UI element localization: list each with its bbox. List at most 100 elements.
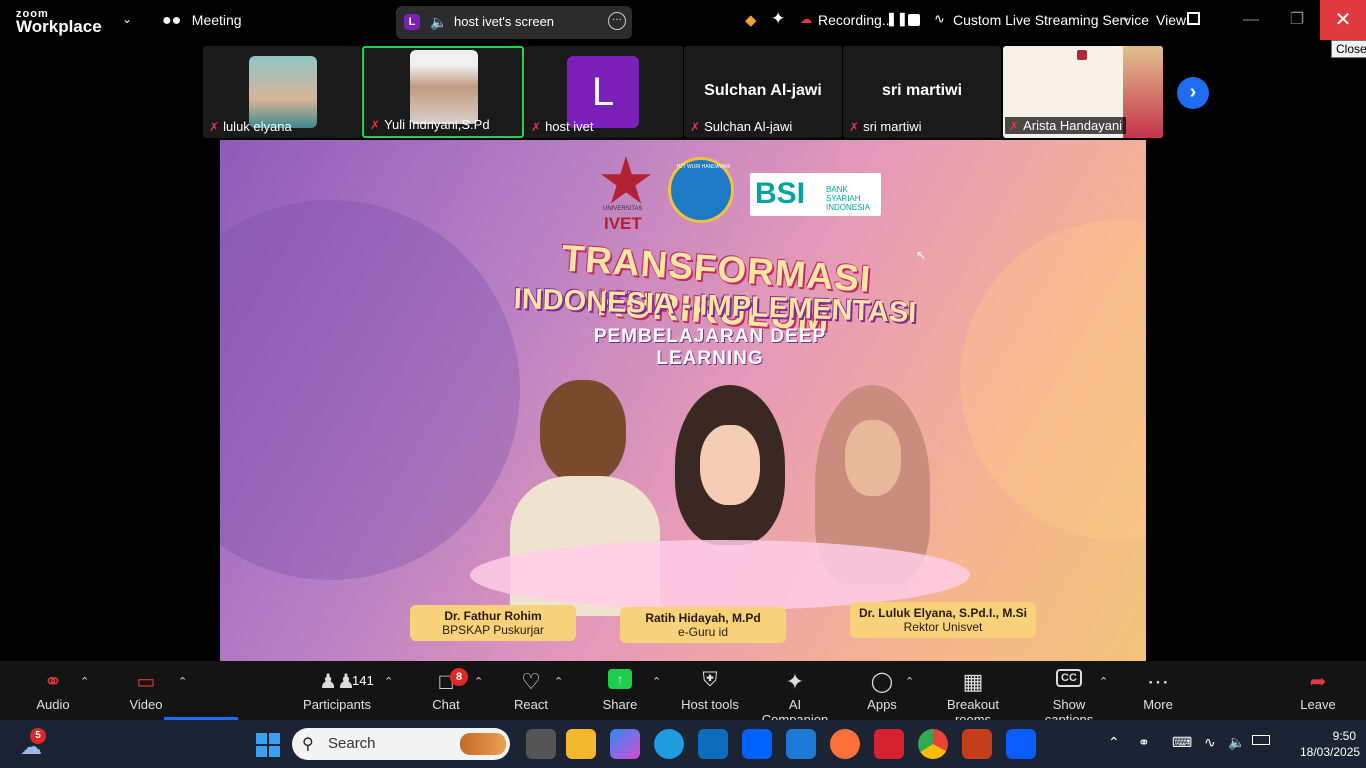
meeting-menu[interactable]: ●● Meeting xyxy=(162,12,242,30)
file-explorer-icon[interactable] xyxy=(566,729,596,759)
wifi-icon[interactable]: ∿ xyxy=(1204,734,1216,751)
outlook-icon[interactable] xyxy=(698,729,728,759)
apps-options-caret-icon[interactable]: ⌃ xyxy=(905,675,914,688)
clock-time: 9:50 xyxy=(1332,729,1356,743)
windows-taskbar: ☁ 5 ⌃ ⚭ ⌨ ∿ 🔈 9:50 18/03/2025 xyxy=(0,720,1366,768)
speaker-card: Dr. Fathur Rohim BPSKAP Puskurjar xyxy=(410,605,576,641)
edge-icon[interactable] xyxy=(654,729,684,759)
participant-tile-active[interactable]: ✗ Yuli Indriyani,S.Pd xyxy=(362,46,524,138)
decorative-circle xyxy=(960,220,1146,540)
speaker-card: Ratih Hidayah, M.Pd e-Guru id xyxy=(620,607,786,643)
participants-button[interactable]: ♟♟ Participants xyxy=(300,661,374,720)
app-menu-chevron-icon[interactable]: ⌄ xyxy=(122,12,132,26)
people-icon: ●● xyxy=(162,12,182,29)
participant-avatar: L xyxy=(567,56,639,128)
participant-tile[interactable]: ✗ Arista Handayani xyxy=(1003,46,1163,138)
more-button[interactable]: ⋯ More xyxy=(1140,661,1176,720)
participant-tile[interactable]: Sulchan Al-jawi ✗ Sulchan Al-jawi xyxy=(684,46,842,138)
copilot-icon[interactable] xyxy=(610,729,640,759)
task-view-icon[interactable] xyxy=(526,729,556,759)
univ-ivet-logo xyxy=(601,156,651,204)
pause-recording-icon[interactable]: ❚❚ xyxy=(886,11,908,27)
audio-button[interactable]: ⚭ Audio xyxy=(30,661,76,720)
title-bar: zoom Workplace ⌄ ●● Meeting L 🔈 host ive… xyxy=(0,0,1366,58)
share-status-pill[interactable]: L 🔈 host ivet's screen ··· xyxy=(396,6,632,39)
chevron-right-icon: › xyxy=(1189,81,1197,103)
volume-icon[interactable]: 🔈 xyxy=(1228,734,1245,751)
bsi-logo: BSI BANK SYARIAH INDONESIA xyxy=(750,173,881,216)
chevron-down-icon[interactable]: ⌄ xyxy=(1121,10,1131,24)
logo-mark-icon xyxy=(1077,50,1087,60)
flower-decoration xyxy=(470,540,970,610)
close-button[interactable]: ✕ xyxy=(1320,0,1366,40)
breakout-rooms-button[interactable]: ▦ Breakout rooms xyxy=(928,661,1018,727)
view-label[interactable]: View xyxy=(1156,12,1186,28)
taskbar-search-box[interactable]: ⚲ Search xyxy=(292,728,510,760)
minimize-button[interactable]: — xyxy=(1228,0,1274,40)
clock[interactable]: 9:50 18/03/2025 xyxy=(1300,728,1360,760)
search-placeholder: Search xyxy=(328,735,376,752)
speaker-name: Dr. Luluk Elyana, S.Pd.I., M.Si xyxy=(858,606,1028,620)
chrome-icon[interactable] xyxy=(918,729,948,759)
video-off-icon: ▭ xyxy=(136,671,156,693)
captions-options-caret-icon[interactable]: ⌃ xyxy=(1099,675,1108,688)
muted-mic-icon: ✗ xyxy=(209,120,220,134)
participant-tile[interactable]: ✗ luluk elyana xyxy=(203,46,361,138)
cc-icon: CC xyxy=(1056,669,1082,687)
react-button[interactable]: ♡ React xyxy=(510,661,552,720)
univ-label: UNIVERSITAS xyxy=(603,206,643,212)
video-button[interactable]: ▭ Video xyxy=(124,661,168,720)
participant-tile[interactable]: L ✗ host ivet xyxy=(525,46,683,138)
recording-label: Recording... xyxy=(818,12,894,28)
maximize-button[interactable]: ❐ xyxy=(1274,0,1320,40)
keyboard-tray-icon[interactable]: ⌨ xyxy=(1172,734,1192,751)
chat-unread-badge: 8 xyxy=(450,668,468,686)
windows-start-icon[interactable] xyxy=(256,733,280,757)
show-hidden-icons-chevron-icon[interactable]: ⌃ xyxy=(1108,734,1120,751)
stop-recording-icon[interactable] xyxy=(908,14,920,26)
video-options-caret-icon[interactable]: ⌃ xyxy=(178,675,187,688)
participant-display-name: sri martiwi xyxy=(881,82,963,99)
tut-wuri-label: TUT WURI HANDAYANI xyxy=(676,164,731,170)
ai-sparkle-icon[interactable]: ✦ xyxy=(771,9,785,29)
leave-button[interactable]: ➦ Leave xyxy=(1300,661,1336,720)
speaker-icon[interactable]: 🔈 xyxy=(430,14,447,31)
heart-icon: ♡ xyxy=(521,669,541,694)
share-label: host ivet's screen xyxy=(454,14,555,29)
participant-name: luluk elyana xyxy=(223,119,292,134)
close-tooltip: Close xyxy=(1331,40,1366,58)
host-tools-button[interactable]: ⛨ Host tools xyxy=(680,661,740,720)
mic-tray-icon[interactable]: ⚭ xyxy=(1138,734,1150,751)
share-options-caret-icon[interactable]: ⌃ xyxy=(652,675,661,688)
participant-tile[interactable]: sri martiwi ✗ sri martiwi xyxy=(843,46,1001,138)
streaming-icon: ∿ xyxy=(934,11,945,26)
react-options-caret-icon[interactable]: ⌃ xyxy=(554,675,563,688)
shield-icon[interactable]: ◆ xyxy=(745,11,757,29)
participant-name: Yuli Indriyani,S.Pd xyxy=(384,117,490,132)
myhp-icon[interactable] xyxy=(786,729,816,759)
mcafee-icon[interactable] xyxy=(874,729,904,759)
powerpoint-icon[interactable] xyxy=(962,729,992,759)
apps-button[interactable]: ◯ Apps xyxy=(862,661,902,720)
show-captions-button[interactable]: CC Show captions xyxy=(1028,661,1110,727)
zoom-taskbar-icon[interactable] xyxy=(1006,729,1036,759)
more-options-icon[interactable]: ··· xyxy=(608,12,626,30)
ai-companion-button[interactable]: ✦ AI Companion xyxy=(754,661,836,727)
speaker-name: Dr. Fathur Rohim xyxy=(444,609,542,623)
dropbox-icon[interactable] xyxy=(742,729,772,759)
live-streaming-label[interactable]: Custom Live Streaming Service xyxy=(953,12,1149,28)
firefox-icon[interactable] xyxy=(830,729,860,759)
chat-options-caret-icon[interactable]: ⌃ xyxy=(474,675,483,688)
next-page-button[interactable]: › xyxy=(1177,77,1209,109)
shield-icon: ⛨ xyxy=(702,669,718,691)
participant-name: host ivet xyxy=(545,119,594,134)
participants-options-caret-icon[interactable]: ⌃ xyxy=(384,675,393,688)
participant-name: Arista Handayani xyxy=(1023,118,1123,133)
share-button[interactable]: ↑ Share xyxy=(598,661,642,720)
participant-background-image xyxy=(1123,46,1163,138)
more-icon: ⋯ xyxy=(1147,669,1169,694)
battery-icon[interactable] xyxy=(1252,735,1270,745)
audio-options-caret-icon[interactable]: ⌃ xyxy=(80,675,89,688)
grid-view-icon[interactable] xyxy=(1187,12,1200,25)
shared-screen: UNIVERSITAS IVET TUT WURI HANDAYANI BSI … xyxy=(220,140,1146,661)
